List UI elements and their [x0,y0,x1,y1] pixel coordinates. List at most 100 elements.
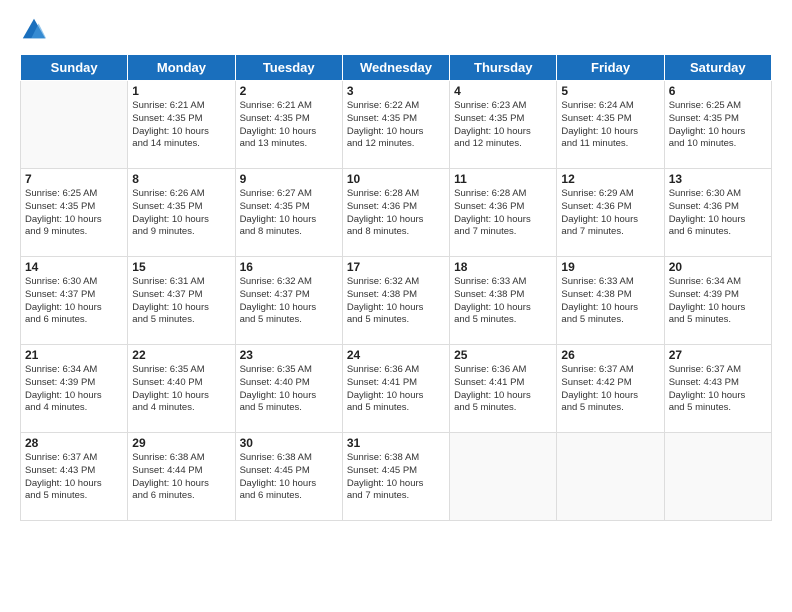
week-row-2: 14 Sunrise: 6:30 AM Sunset: 4:37 PM Dayli… [21,257,772,345]
cell-date: 23 [240,348,338,362]
calendar-page: SundayMondayTuesdayWednesdayThursdayFrid… [0,0,792,612]
cell-info: Sunrise: 6:21 AM Sunset: 4:35 PM Dayligh… [132,100,230,151]
calendar-cell: 26Sunrise: 6:37 AM Sunset: 4:42 PM Dayli… [557,345,664,433]
calendar-cell: 6 Sunrise: 6:25 AM Sunset: 4:35 PM Daylig… [664,81,771,169]
calendar-cell: 1 Sunrise: 6:21 AM Sunset: 4:35 PM Daylig… [128,81,235,169]
cell-date: 27 [669,348,767,362]
cell-date: 2 [240,84,338,98]
calendar-cell: 5 Sunrise: 6:24 AM Sunset: 4:35 PM Daylig… [557,81,664,169]
calendar-cell: 4 Sunrise: 6:23 AM Sunset: 4:35 PM Daylig… [450,81,557,169]
cell-info: Sunrise: 6:29 AM Sunset: 4:36 PM Dayligh… [561,188,659,239]
day-header-friday: Friday [557,55,664,81]
cell-date: 28 [25,436,123,450]
calendar-cell [557,433,664,521]
cell-info: Sunrise: 6:34 AM Sunset: 4:39 PM Dayligh… [669,276,767,327]
calendar-cell: 22 Sunrise: 6:35 AM Sunset: 4:40 PM Dayli… [128,345,235,433]
calendar-cell: 16 Sunrise: 6:32 AM Sunset: 4:37 PM Dayli… [235,257,342,345]
cell-date: 1 [132,84,230,98]
calendar-cell: 12 Sunrise: 6:29 AM Sunset: 4:36 PM Dayli… [557,169,664,257]
cell-info: Sunrise: 6:32 AM Sunset: 4:37 PM Dayligh… [240,276,338,327]
cell-info: Sunrise: 6:37 AM Sunset: 4:43 PM Dayligh… [669,364,767,415]
day-header-thursday: Thursday [450,55,557,81]
cell-info: Sunrise: 6:30 AM Sunset: 4:36 PM Dayligh… [669,188,767,239]
day-header-tuesday: Tuesday [235,55,342,81]
calendar-table: SundayMondayTuesdayWednesdayThursdayFrid… [20,54,772,521]
calendar-cell: 30 Sunrise: 6:38 AM Sunset: 4:45 PM Dayli… [235,433,342,521]
cell-info: Sunrise: 6:24 AM Sunset: 4:35 PM Dayligh… [561,100,659,151]
cell-date: 25 [454,348,552,362]
cell-info: Sunrise: 6:26 AM Sunset: 4:35 PM Dayligh… [132,188,230,239]
cell-date: 15 [132,260,230,274]
cell-date: 12 [561,172,659,186]
page-header [20,16,772,44]
cell-date: 6 [669,84,767,98]
cell-info: Sunrise: 6:35 AM Sunset: 4:40 PM Dayligh… [132,364,230,415]
cell-info: Sunrise: 6:32 AM Sunset: 4:38 PM Dayligh… [347,276,445,327]
calendar-cell: 7Sunrise: 6:25 AM Sunset: 4:35 PM Daylig… [21,169,128,257]
cell-info: Sunrise: 6:31 AM Sunset: 4:37 PM Dayligh… [132,276,230,327]
calendar-cell: 29 Sunrise: 6:38 AM Sunset: 4:44 PM Dayli… [128,433,235,521]
cell-date: 13 [669,172,767,186]
week-row-4: 28Sunrise: 6:37 AM Sunset: 4:43 PM Dayli… [21,433,772,521]
day-header-monday: Monday [128,55,235,81]
cell-date: 24 [347,348,445,362]
calendar-cell: 23 Sunrise: 6:35 AM Sunset: 4:40 PM Dayli… [235,345,342,433]
cell-date: 16 [240,260,338,274]
day-header-saturday: Saturday [664,55,771,81]
cell-info: Sunrise: 6:27 AM Sunset: 4:35 PM Dayligh… [240,188,338,239]
cell-info: Sunrise: 6:28 AM Sunset: 4:36 PM Dayligh… [454,188,552,239]
calendar-cell: 21 Sunrise: 6:34 AM Sunset: 4:39 PM Dayli… [21,345,128,433]
calendar-cell: 9 Sunrise: 6:27 AM Sunset: 4:35 PM Daylig… [235,169,342,257]
week-row-0: 1 Sunrise: 6:21 AM Sunset: 4:35 PM Daylig… [21,81,772,169]
calendar-cell: 28Sunrise: 6:37 AM Sunset: 4:43 PM Dayli… [21,433,128,521]
calendar-cell: 25 Sunrise: 6:36 AM Sunset: 4:41 PM Dayli… [450,345,557,433]
cell-date: 17 [347,260,445,274]
logo [20,16,52,44]
cell-date: 9 [240,172,338,186]
calendar-cell [21,81,128,169]
cell-info: Sunrise: 6:38 AM Sunset: 4:45 PM Dayligh… [240,452,338,503]
cell-info: Sunrise: 6:23 AM Sunset: 4:35 PM Dayligh… [454,100,552,151]
cell-date: 31 [347,436,445,450]
cell-info: Sunrise: 6:30 AM Sunset: 4:37 PM Dayligh… [25,276,123,327]
cell-info: Sunrise: 6:33 AM Sunset: 4:38 PM Dayligh… [561,276,659,327]
calendar-cell: 27 Sunrise: 6:37 AM Sunset: 4:43 PM Dayli… [664,345,771,433]
cell-date: 5 [561,84,659,98]
calendar-cell: 24 Sunrise: 6:36 AM Sunset: 4:41 PM Dayli… [342,345,449,433]
day-header-sunday: Sunday [21,55,128,81]
calendar-cell: 17 Sunrise: 6:32 AM Sunset: 4:38 PM Dayli… [342,257,449,345]
week-row-1: 7Sunrise: 6:25 AM Sunset: 4:35 PM Daylig… [21,169,772,257]
cell-date: 19 [561,260,659,274]
cell-date: 8 [132,172,230,186]
logo-icon [20,16,48,44]
calendar-cell: 19 Sunrise: 6:33 AM Sunset: 4:38 PM Dayli… [557,257,664,345]
day-header-wednesday: Wednesday [342,55,449,81]
cell-date: 29 [132,436,230,450]
cell-date: 10 [347,172,445,186]
cell-info: Sunrise: 6:28 AM Sunset: 4:36 PM Dayligh… [347,188,445,239]
calendar-body: 1 Sunrise: 6:21 AM Sunset: 4:35 PM Daylig… [21,81,772,521]
cell-info: Sunrise: 6:34 AM Sunset: 4:39 PM Dayligh… [25,364,123,415]
cell-date: 21 [25,348,123,362]
calendar-cell [450,433,557,521]
calendar-cell: 2 Sunrise: 6:21 AM Sunset: 4:35 PM Daylig… [235,81,342,169]
cell-date: 14 [25,260,123,274]
cell-info: Sunrise: 6:38 AM Sunset: 4:44 PM Dayligh… [132,452,230,503]
cell-date: 11 [454,172,552,186]
cell-date: 20 [669,260,767,274]
cell-date: 18 [454,260,552,274]
cell-info: Sunrise: 6:33 AM Sunset: 4:38 PM Dayligh… [454,276,552,327]
cell-info: Sunrise: 6:37 AM Sunset: 4:42 PM Dayligh… [561,364,659,415]
cell-info: Sunrise: 6:35 AM Sunset: 4:40 PM Dayligh… [240,364,338,415]
calendar-cell [664,433,771,521]
calendar-cell: 8 Sunrise: 6:26 AM Sunset: 4:35 PM Daylig… [128,169,235,257]
cell-info: Sunrise: 6:36 AM Sunset: 4:41 PM Dayligh… [347,364,445,415]
calendar-cell: 10 Sunrise: 6:28 AM Sunset: 4:36 PM Dayli… [342,169,449,257]
cell-date: 4 [454,84,552,98]
cell-info: Sunrise: 6:25 AM Sunset: 4:35 PM Dayligh… [25,188,123,239]
cell-info: Sunrise: 6:21 AM Sunset: 4:35 PM Dayligh… [240,100,338,151]
cell-date: 30 [240,436,338,450]
cell-info: Sunrise: 6:25 AM Sunset: 4:35 PM Dayligh… [669,100,767,151]
cell-date: 22 [132,348,230,362]
cell-info: Sunrise: 6:36 AM Sunset: 4:41 PM Dayligh… [454,364,552,415]
